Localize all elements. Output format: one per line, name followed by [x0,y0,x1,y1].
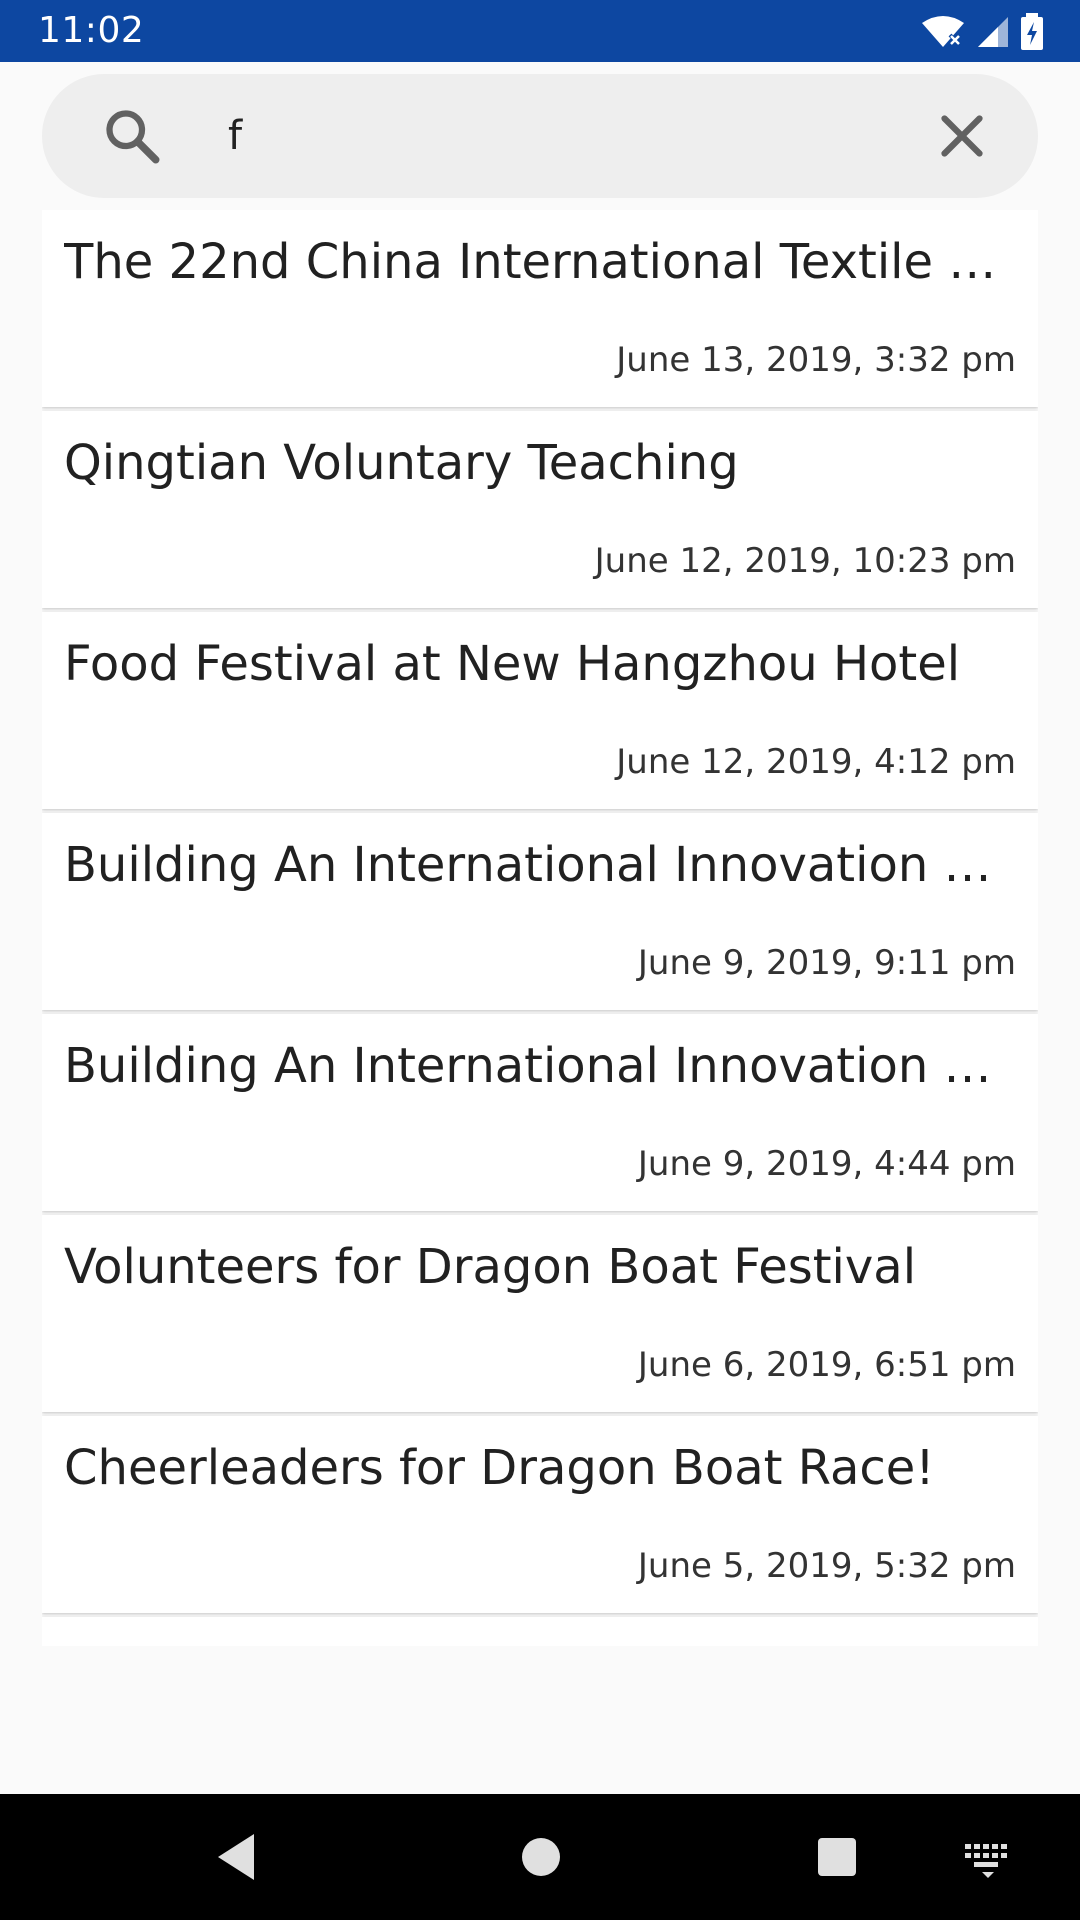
list-item[interactable]: Building An International Innovation Cit… [42,1014,1038,1211]
item-title: Cheerleaders for Dragon Boat Race! [64,1440,935,1496]
item-date: June 6, 2019, 6:51 pm [637,1345,1016,1385]
item-title: Building An International Innovation Cit… [64,1038,1014,1094]
item-date: June 13, 2019, 3:32 pm [616,340,1016,380]
item-title: Building An International Innovation Cit… [64,837,1014,893]
status-bar: 11:02 [0,0,1080,62]
search-input[interactable] [188,96,928,176]
item-title: Qingtian Voluntary Teaching [64,435,739,491]
keyboard-icon[interactable] [955,1824,1021,1890]
results-list[interactable]: The 22nd China International Textile and… [42,210,1038,1646]
item-date: June 12, 2019, 4:12 pm [616,742,1016,782]
list-item[interactable]: Cheerleaders for Dragon Boat Race! June … [42,1416,1038,1613]
search-bar [42,74,1038,198]
item-date: June 5, 2019, 5:32 pm [637,1546,1016,1586]
signal-icon [978,17,1008,47]
item-title: Volunteers for Dragon Boat Festival [64,1239,917,1295]
status-time: 11:02 [38,10,145,51]
close-icon[interactable] [932,106,992,166]
back-icon[interactable] [204,1824,270,1890]
status-icons [920,12,1044,52]
item-date: June 12, 2019, 10:23 pm [594,541,1016,581]
home-icon[interactable] [508,1824,574,1890]
list-item[interactable]: The 22nd China International Textile and… [42,210,1038,407]
list-item[interactable]: Food Festival at New Hangzhou Hotel June… [42,612,1038,809]
recents-icon[interactable] [804,1824,870,1890]
search-icon [106,110,160,164]
navigation-bar [0,1794,1080,1920]
battery-icon [1021,13,1043,50]
list-item[interactable]: Qingtian Voluntary Teaching June 12, 201… [42,411,1038,608]
item-title: Food Festival at New Hangzhou Hotel [64,636,961,692]
item-date: June 9, 2019, 9:11 pm [637,943,1016,983]
list-item-partial[interactable] [42,1617,1038,1646]
wifi-icon [922,16,964,47]
list-item[interactable]: Volunteers for Dragon Boat Festival June… [42,1215,1038,1412]
item-title: The 22nd China International Textile and… [64,234,1014,290]
list-item[interactable]: Building An International Innovation Cit… [42,813,1038,1010]
item-date: June 9, 2019, 4:44 pm [637,1144,1016,1184]
